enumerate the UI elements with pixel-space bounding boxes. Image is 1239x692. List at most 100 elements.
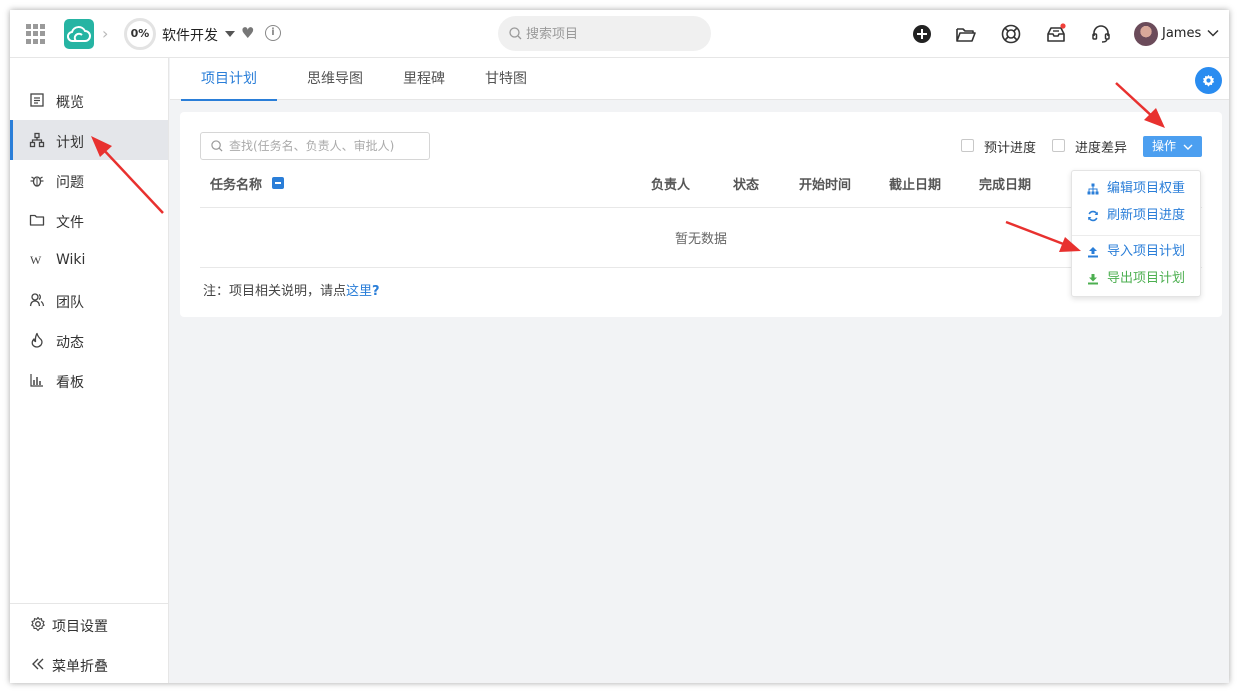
- progress-diff-label: 进度差异: [1075, 141, 1128, 156]
- wiki-icon: W: [30, 253, 42, 267]
- collapse-menu-button[interactable]: 菜单折叠: [10, 644, 168, 683]
- inbox-icon[interactable]: [1045, 23, 1067, 45]
- sidebar-item-activity[interactable]: 动态: [10, 320, 168, 360]
- breadcrumb-chevron-icon: ›: [102, 24, 109, 43]
- column-task-name[interactable]: 任务名称: [210, 174, 262, 193]
- chevron-down-icon: [1183, 144, 1193, 150]
- sidebar-item-plan[interactable]: 计划: [10, 120, 168, 160]
- sidebar-item-team[interactable]: 团队: [10, 280, 168, 320]
- column-deadline[interactable]: 截止日期: [889, 174, 941, 193]
- bug-icon: [30, 176, 44, 187]
- task-search-input[interactable]: [229, 137, 425, 155]
- cloud-logo-icon[interactable]: [64, 19, 94, 49]
- menu-item-label: 导出项目计划: [1107, 271, 1186, 286]
- collapse-all-icon[interactable]: [272, 177, 284, 189]
- top-bar: › 0% 软件开发 ♥ i James: [10, 10, 1229, 58]
- tab-mind-map[interactable]: 思维导图: [287, 58, 383, 100]
- sidebar: 概览 计划 问题 文件 W Wiki 团队 动态 看板 项目设置 菜单折叠: [10, 58, 169, 683]
- tab-gantt[interactable]: 甘特图: [472, 58, 540, 100]
- sidebar-item-board[interactable]: 看板: [10, 360, 168, 400]
- menu-item-export-plan[interactable]: 导出项目计划: [1072, 266, 1202, 292]
- double-chevron-left-icon: [32, 658, 44, 670]
- chevron-down-icon[interactable]: [1207, 27, 1219, 39]
- progress-diff-checkbox[interactable]: [1052, 139, 1065, 152]
- note-text: 注：项目相关说明，请点: [203, 284, 347, 299]
- upload-icon: [1088, 247, 1098, 258]
- heart-icon[interactable]: ♥: [241, 25, 254, 41]
- menu-item-edit-weight[interactable]: 编辑项目权重: [1072, 176, 1202, 202]
- note-link[interactable]: 这里: [346, 284, 372, 299]
- column-start-time[interactable]: 开始时间: [799, 174, 851, 193]
- download-icon: [1088, 274, 1098, 285]
- project-name[interactable]: 软件开发: [162, 25, 218, 45]
- svg-text:W: W: [30, 253, 42, 267]
- sidebar-footer: 项目设置 菜单折叠: [10, 603, 168, 683]
- menu-item-refresh-progress[interactable]: 刷新项目进度: [1072, 203, 1202, 229]
- project-search[interactable]: [498, 16, 711, 51]
- actions-button[interactable]: 操作: [1143, 136, 1202, 157]
- menu-item-label: 刷新项目进度: [1107, 208, 1186, 223]
- actions-button-label: 操作: [1152, 139, 1177, 153]
- column-finish-date[interactable]: 完成日期: [979, 174, 1031, 193]
- list-icon: [30, 93, 44, 107]
- sitemap-icon: [1087, 183, 1099, 195]
- bar-chart-icon: [30, 374, 43, 387]
- project-plan-card: 预计进度 进度差异 操作 任务名称 负责人 状态 开始时间 截止日期 完成日期 …: [180, 112, 1222, 317]
- sidebar-item-wiki[interactable]: W Wiki: [10, 240, 168, 280]
- sidebar-item-label: Wiki: [56, 252, 86, 268]
- gear-icon: [1202, 74, 1215, 87]
- column-owner[interactable]: 负责人: [651, 174, 690, 193]
- apps-grid-icon[interactable]: [26, 24, 46, 44]
- project-progress-ring: 0%: [124, 18, 156, 50]
- sidebar-item-label: 计划: [56, 135, 84, 151]
- project-search-input[interactable]: [526, 24, 701, 44]
- sitemap-icon: [29, 132, 45, 148]
- menu-divider: [1072, 235, 1200, 236]
- sidebar-item-issues[interactable]: 问题: [10, 160, 168, 200]
- info-icon[interactable]: i: [265, 25, 281, 41]
- search-icon: [509, 27, 522, 40]
- gear-icon: [31, 616, 45, 632]
- expected-progress-label: 预计进度: [984, 141, 1037, 156]
- column-status[interactable]: 状态: [733, 174, 759, 193]
- empty-state-text: 暂无数据: [674, 232, 727, 247]
- tab-project-plan[interactable]: 项目计划: [181, 58, 277, 101]
- avatar[interactable]: [1134, 22, 1158, 46]
- project-settings-button[interactable]: 项目设置: [10, 604, 168, 644]
- refresh-icon: [1088, 210, 1098, 222]
- project-settings-label: 项目设置: [52, 619, 108, 635]
- plus-circle-icon[interactable]: [911, 23, 933, 45]
- folder-open-icon[interactable]: [955, 23, 977, 45]
- sidebar-item-overview[interactable]: 概览: [10, 80, 168, 120]
- actions-menu: 编辑项目权重 刷新项目进度 导入项目计划 导出项目计划: [1071, 170, 1201, 297]
- menu-item-label: 编辑项目权重: [1107, 181, 1186, 196]
- project-dropdown-caret-icon[interactable]: [225, 31, 235, 37]
- lifebuoy-icon[interactable]: [1000, 23, 1022, 45]
- table-bottom-divider: [200, 267, 1202, 268]
- folder-icon: [29, 214, 45, 226]
- user-name[interactable]: James: [1162, 26, 1201, 41]
- task-search[interactable]: [200, 132, 430, 160]
- note-question-mark: ?: [372, 284, 380, 299]
- app-window: › 0% 软件开发 ♥ i James 概览 计划 问题: [10, 10, 1229, 683]
- users-icon: [29, 293, 45, 307]
- headset-icon[interactable]: [1090, 23, 1112, 45]
- flame-icon: [31, 332, 43, 348]
- plan-note: 注：项目相关说明，请点这里?: [203, 280, 380, 299]
- sidebar-item-label: 团队: [56, 295, 84, 311]
- sidebar-item-label: 概览: [56, 95, 84, 111]
- tab-settings-button[interactable]: [1195, 67, 1222, 94]
- sidebar-item-files[interactable]: 文件: [10, 200, 168, 240]
- sidebar-item-label: 看板: [56, 375, 84, 391]
- header-divider: [200, 207, 1202, 208]
- tab-milestones[interactable]: 里程碑: [390, 58, 458, 100]
- sidebar-item-label: 问题: [56, 175, 84, 191]
- expected-progress-checkbox[interactable]: [961, 139, 974, 152]
- sidebar-item-label: 动态: [56, 335, 84, 351]
- collapse-menu-label: 菜单折叠: [52, 659, 108, 675]
- menu-item-import-plan[interactable]: 导入项目计划: [1072, 239, 1202, 265]
- search-icon: [211, 140, 223, 152]
- sidebar-item-label: 文件: [56, 215, 84, 231]
- menu-item-label: 导入项目计划: [1107, 244, 1186, 259]
- tab-bar: 项目计划 思维导图 里程碑 甘特图: [170, 58, 1229, 101]
